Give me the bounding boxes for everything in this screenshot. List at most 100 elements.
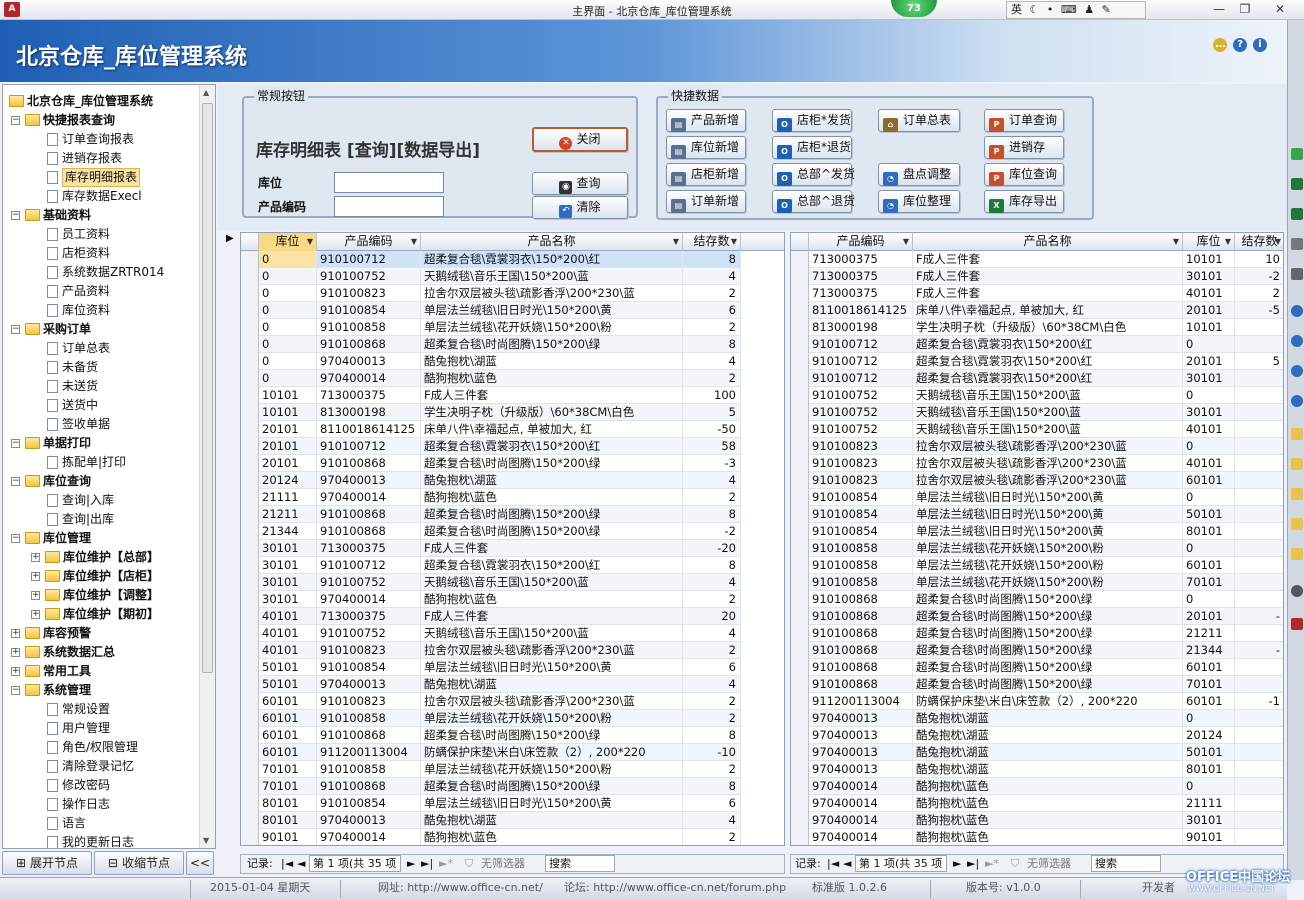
row-selector[interactable] (241, 812, 259, 829)
row-selector[interactable] (791, 370, 809, 387)
table-cell[interactable]: 8 (683, 336, 741, 353)
table-row[interactable]: 910100868 超柔复合毯\时尚图腾\150*200\绿 21344- (791, 642, 1283, 659)
table-row[interactable]: 60101 910100868 超柔复合毯\时尚图腾\150*200\绿 8 (241, 727, 741, 744)
table-cell[interactable]: 10101 (259, 404, 317, 421)
row-selector[interactable] (241, 795, 259, 812)
table-cell[interactable]: -3 (683, 455, 741, 472)
table-row[interactable]: 910100858 单层法兰绒毯\花开妖娆\150*200\粉 70101 (791, 574, 1283, 591)
row-selector[interactable] (791, 744, 809, 761)
table-cell[interactable]: 拉舍尔双层被头毯\疏影香浮\200*230\蓝 (913, 438, 1183, 455)
record-position[interactable]: 第 1 项(共 35 项 (309, 855, 401, 872)
table-cell[interactable]: 40101 (259, 608, 317, 625)
collapse-toggle-icon[interactable]: − (11, 116, 20, 125)
table-cell[interactable]: 713000375 (317, 540, 421, 557)
row-selector[interactable] (791, 387, 809, 404)
dropdown-arrow-icon[interactable]: ▼ (1173, 233, 1179, 250)
table-row[interactable]: 21344 910100868 超柔复合毯\时尚图腾\150*200\绿 -2 (241, 523, 741, 540)
table-cell[interactable]: 拉舍尔双层被头毯\疏影香浮\200*230\蓝 (913, 455, 1183, 472)
table-cell[interactable]: 单层法兰绒毯\旧日时光\150*200\黄 (913, 506, 1183, 523)
table-cell[interactable]: 910100858 (317, 710, 421, 727)
table-row[interactable]: 10101 713000375 F成人三件套 100 (241, 387, 741, 404)
table-cell[interactable]: 4 (683, 625, 741, 642)
row-selector[interactable] (791, 319, 809, 336)
tree-node[interactable]: − 系统管理 (3, 681, 199, 700)
table-cell[interactable]: 0 (259, 285, 317, 302)
table-cell[interactable]: 超柔复合毯\时尚图腾\150*200\绿 (913, 676, 1183, 693)
dropdown-arrow-icon[interactable]: ▼ (1225, 233, 1231, 250)
row-selector[interactable] (241, 591, 259, 608)
table-cell[interactable]: 50101 (1183, 506, 1235, 523)
tree-node[interactable]: 库存明细报表 (3, 168, 199, 187)
table-cell[interactable]: 8 (683, 251, 741, 268)
table-cell[interactable] (1235, 744, 1283, 761)
tree-node[interactable]: 订单总表 (3, 339, 199, 358)
table-row[interactable]: 910100854 单层法兰绒毯\旧日时光\150*200\黄 0 (791, 489, 1283, 506)
table-cell[interactable]: 20101 (259, 438, 317, 455)
column-header[interactable]: 库位 ▼ (1183, 233, 1235, 251)
row-selector[interactable] (241, 659, 259, 676)
inventory-grid-by-product[interactable]: 产品编码 ▼ 产品名称 ▼ 库位 ▼ 结存数 ▼ 713000375 F成人三件套 10101 10… (790, 232, 1284, 846)
table-cell[interactable]: 8 (683, 727, 741, 744)
table-row[interactable]: 910100858 单层法兰绒毯\花开妖娆\150*200\粉 0 (791, 540, 1283, 557)
table-row[interactable]: 0 910100858 单层法兰绒毯\花开妖娆\150*200\粉 2 (241, 319, 741, 336)
table-cell[interactable]: 910100858 (317, 319, 421, 336)
tree-node[interactable]: + 库位维护【总部】 (3, 548, 199, 567)
row-selector[interactable] (791, 778, 809, 795)
table-row[interactable]: 20101 910100712 超柔复合毯\霓裳羽衣\150*200\红 58 (241, 438, 741, 455)
table-row[interactable]: 970400013 酷兔抱枕\湖蓝 20124 (791, 727, 1283, 744)
tree-node[interactable]: 未送货 (3, 377, 199, 396)
table-cell[interactable]: 20101 (1183, 608, 1235, 625)
table-cell[interactable]: 910100823 (317, 285, 421, 302)
table-cell[interactable]: 970400013 (317, 472, 421, 489)
table-cell[interactable]: 813000198 (809, 319, 913, 336)
table-cell[interactable]: 60101 (1183, 659, 1235, 676)
collapse-toggle-icon[interactable]: − (11, 477, 20, 486)
table-cell[interactable]: 酷狗抱枕\蓝色 (913, 795, 1183, 812)
table-row[interactable]: 50101 970400013 酷兔抱枕\湖蓝 4 (241, 676, 741, 693)
close-window-icon[interactable]: ✕ (1260, 1, 1300, 18)
table-cell[interactable]: 910100752 (317, 574, 421, 591)
table-cell[interactable]: 超柔复合毯\时尚图腾\150*200\绿 (913, 625, 1183, 642)
table-row[interactable]: 40101 910100823 拉舍尔双层被头毯\疏影香浮\200*230\蓝 2 (241, 642, 741, 659)
table-cell[interactable] (1235, 336, 1283, 353)
table-cell[interactable]: 酷狗抱枕\蓝色 (421, 591, 683, 608)
table-cell[interactable]: 910100712 (809, 370, 913, 387)
table-cell[interactable]: 2 (683, 761, 741, 778)
table-cell[interactable]: 超柔复合毯\时尚图腾\150*200\绿 (421, 336, 683, 353)
table-row[interactable]: 20124 970400013 酷兔抱枕\湖蓝 4 (241, 472, 741, 489)
table-row[interactable]: 60101 911200113004 防螨保护床垫\米白\床笠款（2）, 200*2… (241, 744, 741, 761)
table-cell[interactable]: 8 (683, 778, 741, 795)
row-selector[interactable] (791, 659, 809, 676)
table-row[interactable]: 0 910100854 单层法兰绒毯\旧日时光\150*200\黄 6 (241, 302, 741, 319)
dropdown-arrow-icon[interactable]: ▼ (307, 233, 313, 250)
tree-node[interactable]: 用户管理 (3, 719, 199, 738)
table-cell[interactable]: 70101 (259, 761, 317, 778)
access-shortcut-icon[interactable] (1291, 618, 1303, 630)
table-cell[interactable]: 910100854 (809, 506, 913, 523)
table-cell[interactable]: 8110018614125 (317, 421, 421, 438)
toggle-panel-button[interactable]: << (186, 851, 214, 875)
table-row[interactable]: 910100712 超柔复合毯\霓裳羽衣\150*200\红 20101 5 (791, 353, 1283, 370)
table-cell[interactable]: 防螨保护床垫\米白\床笠款（2）, 200*220 (421, 744, 683, 761)
table-cell[interactable]: 拉舍尔双层被头毯\疏影香浮\200*230\蓝 (421, 642, 683, 659)
table-row[interactable]: 10101 813000198 学生决明子枕（升级版）\60*38CM\白色 5 (241, 404, 741, 421)
table-cell[interactable]: 2 (683, 642, 741, 659)
row-selector[interactable] (241, 778, 259, 795)
table-cell[interactable]: 6 (683, 302, 741, 319)
table-cell[interactable]: 天鹅绒毯\音乐王国\150*200\蓝 (421, 625, 683, 642)
table-cell[interactable]: 酷狗抱枕\蓝色 (913, 778, 1183, 795)
table-cell[interactable]: 70101 (1183, 574, 1235, 591)
column-header[interactable]: 产品名称 ▼ (913, 233, 1183, 251)
table-row[interactable]: 910100854 单层法兰绒毯\旧日时光\150*200\黄 50101 (791, 506, 1283, 523)
table-cell[interactable]: 6 (683, 795, 741, 812)
table-cell[interactable]: 910100752 (809, 387, 913, 404)
table-cell[interactable]: 70101 (259, 778, 317, 795)
table-cell[interactable]: 0 (259, 336, 317, 353)
table-cell[interactable]: 单层法兰绒毯\花开妖娆\150*200\粉 (421, 710, 683, 727)
folder-shortcut-icon[interactable] (1291, 518, 1303, 530)
expand-toggle-icon[interactable]: + (31, 553, 40, 562)
table-cell[interactable]: 酷兔抱枕\湖蓝 (913, 744, 1183, 761)
table-cell[interactable]: 0 (1183, 387, 1235, 404)
table-cell[interactable]: 910100868 (809, 591, 913, 608)
table-cell[interactable]: 910100712 (809, 336, 913, 353)
